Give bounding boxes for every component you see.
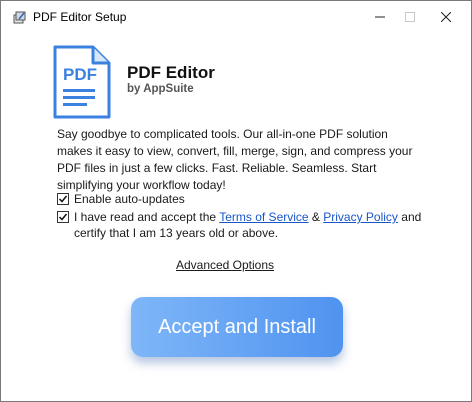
checkmark-icon (58, 195, 68, 203)
logo-text: PDF (63, 65, 97, 84)
title-bar[interactable]: PDF Editor Setup (1, 1, 471, 32)
setup-window: PDF Editor Setup PDF PDF Editor by AppSu… (0, 0, 472, 402)
terms-of-service-link[interactable]: Terms of Service (219, 210, 308, 224)
installer-icon (13, 11, 26, 24)
maximize-icon (405, 11, 415, 22)
close-icon (441, 11, 451, 22)
checkmark-icon (58, 213, 68, 221)
terms-label: I have read and accept the Terms of Serv… (74, 209, 427, 241)
product-description: Say goodbye to complicated tools. Our al… (57, 127, 413, 192)
auto-updates-option[interactable]: Enable auto-updates (57, 191, 185, 207)
product-publisher: by AppSuite (127, 83, 194, 95)
terms-ampersand: & (308, 210, 324, 224)
terms-checkbox[interactable] (57, 211, 69, 223)
terms-option: I have read and accept the Terms of Serv… (57, 209, 427, 241)
terms-prefix: I have read and accept the (74, 210, 220, 224)
privacy-policy-link[interactable]: Privacy Policy (323, 210, 398, 224)
pdf-document-icon: PDF (53, 45, 111, 119)
minimize-icon (375, 16, 385, 17)
accept-and-install-button[interactable]: Accept and Install (131, 297, 343, 357)
advanced-options-link[interactable]: Advanced Options (1, 258, 449, 272)
auto-updates-checkbox[interactable] (57, 193, 69, 205)
product-name: PDF Editor (127, 63, 215, 82)
auto-updates-label: Enable auto-updates (74, 192, 185, 206)
window-title: PDF Editor Setup (33, 10, 127, 24)
close-button[interactable] (423, 1, 469, 32)
